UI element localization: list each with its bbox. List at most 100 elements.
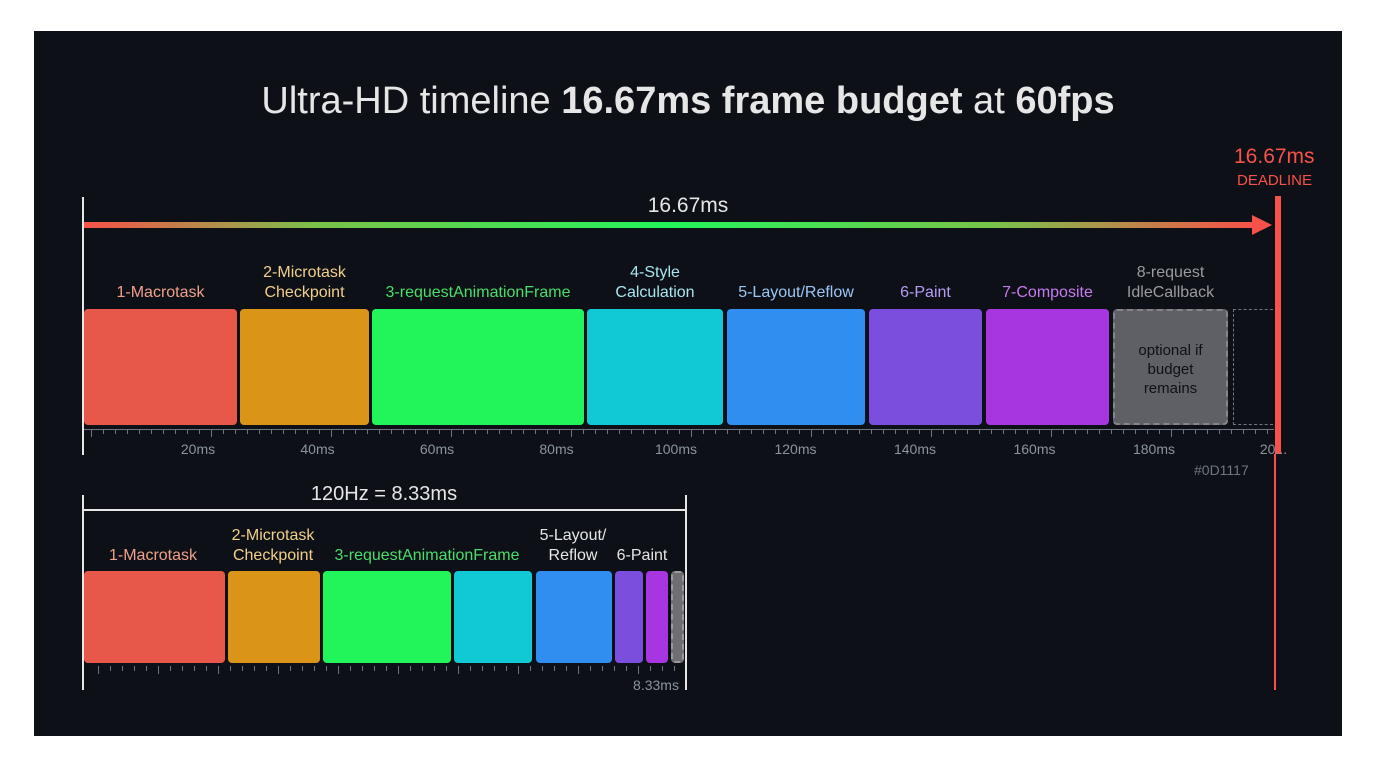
frame120-axis-tick	[362, 666, 363, 671]
frame120-axis-tick	[230, 666, 231, 671]
frame60-axis-tick	[1207, 429, 1208, 434]
frame60-span-arrow	[84, 222, 1254, 228]
frame60-phase-label-1: 1-Macrotask	[116, 283, 204, 303]
frame60-axis-tick	[775, 429, 776, 434]
frame60-axis-tick	[1063, 429, 1064, 434]
frame60-axis-tick	[235, 429, 236, 434]
frame60-axis-tick	[739, 429, 740, 434]
frame60-axis-tick	[1147, 429, 1148, 434]
frame60-axis-tick	[331, 429, 332, 437]
frame60-axis-tick	[439, 429, 440, 434]
frame120-axis-tick	[542, 666, 543, 671]
frame60-axis-tick	[583, 429, 584, 434]
frame60-axis-tick	[1183, 429, 1184, 434]
title-part1: Ultra-HD timeline	[261, 80, 562, 122]
frame60-axis-tick	[1003, 429, 1004, 434]
frame60-axis-label: 20...	[1259, 441, 1288, 457]
frame60-axis-tick	[283, 429, 284, 434]
frame60-axis-tick	[835, 429, 836, 434]
frame60-axis-tick	[463, 429, 464, 434]
frame60-axis-tick	[367, 429, 368, 434]
frame60-axis-tick	[859, 429, 860, 434]
frame120-phase-label-line: 2-Microtask	[231, 527, 315, 544]
frame60-axis-label: 100ms	[654, 441, 698, 457]
frame60-axis-tick	[1267, 429, 1268, 434]
frame60-axis-tick	[1243, 429, 1244, 434]
frame60-axis-tick	[619, 429, 620, 434]
frame120-axis-tick	[314, 666, 315, 671]
frame60-axis-tick	[787, 429, 788, 434]
frame60-axis-tick	[295, 429, 296, 434]
frame60-axis-label: 40ms	[300, 441, 335, 457]
frame60-axis-tick	[175, 429, 176, 434]
frame120-phase-label-line: 1-Macrotask	[108, 547, 198, 564]
frame60-overflow-slot	[1233, 309, 1273, 425]
frame120-axis-tick	[494, 666, 495, 671]
frame60-phase-label-6: 6-Paint	[900, 283, 951, 303]
frame60-axis-tick	[487, 429, 488, 434]
frame60-axis-tick	[211, 429, 212, 437]
frame120-end-cap	[685, 495, 687, 690]
frame60-axis-tick	[151, 429, 152, 434]
frame120-axis-tick	[146, 666, 147, 671]
frame60-phase-label-4: 4-Style Calculation	[615, 263, 694, 303]
frame60-phase-label-line: 3-requestAnimationFrame	[385, 284, 571, 301]
frame60-axis-tick	[163, 429, 164, 434]
frame60-axis-tick	[715, 429, 716, 434]
frame60-axis-tick	[1123, 429, 1124, 434]
frame120-phase-block-4	[454, 571, 532, 663]
frame120-phase-block-2	[228, 571, 320, 663]
frame120-axis-tick	[170, 666, 171, 671]
frame120-axis-tick	[650, 666, 651, 671]
frame60-axis-tick	[247, 429, 248, 434]
frame60-axis-tick	[559, 429, 560, 434]
frame60-axis-tick	[811, 429, 812, 437]
frame120-phase-label-line: 3-requestAnimationFrame	[334, 547, 520, 564]
frame60-axis-tick	[799, 429, 800, 434]
frame120-axis-tick	[110, 666, 111, 671]
frame60-axis-tick	[919, 429, 920, 434]
frame60-axis-tick	[895, 429, 896, 434]
title-bold-budget: 16.67ms frame budget	[561, 80, 963, 122]
frame60-span-label: 16.67ms	[647, 194, 729, 217]
frame120-phase-label-line: 6-Paint	[616, 547, 668, 564]
frame60-axis-tick	[595, 429, 596, 434]
diagram-title: Ultra-HD timeline 16.67ms frame budget a…	[0, 80, 1376, 123]
frame120-axis-tick	[470, 666, 471, 671]
frame60-axis-tick	[379, 429, 380, 434]
frame60-phase-label-line: Checkpoint	[264, 284, 345, 301]
idle-note-line: optional if	[1138, 342, 1203, 359]
frame120-span-label: 120Hz = 8.33ms	[310, 483, 458, 505]
frame60-axis-tick	[343, 429, 344, 434]
frame60-axis-tick	[679, 429, 680, 434]
frame120-axis-tick	[266, 666, 267, 671]
frame60-axis-tick	[979, 429, 980, 434]
frame120-axis-tick	[674, 666, 675, 671]
frame60-axis-label: 80ms	[539, 441, 574, 457]
frame120-axis-tick	[350, 666, 351, 671]
frame60-phase-label-line: 2-Microtask	[263, 264, 346, 281]
frame60-arrowhead	[1252, 215, 1272, 235]
frame60-axis-tick	[883, 429, 884, 434]
frame60-axis-tick	[931, 429, 932, 437]
deadline-value: 16.67ms	[1234, 145, 1315, 168]
idle-note-line: budget	[1147, 361, 1194, 378]
frame120-axis-tick	[254, 666, 255, 671]
frame60-axis-tick	[607, 429, 608, 434]
hex-note: #0D1117	[1194, 462, 1249, 478]
frame120-axis-tick	[386, 666, 387, 671]
frame60-axis-tick	[307, 429, 308, 434]
frame60-axis-tick	[1027, 429, 1028, 434]
frame60-axis-tick	[691, 429, 692, 437]
frame60-axis-tick	[991, 429, 992, 434]
frame60-axis-tick	[955, 429, 956, 434]
frame60-axis-tick	[847, 429, 848, 434]
frame120-axis-tick	[158, 666, 159, 674]
frame120-axis-tick	[290, 666, 291, 671]
frame120-axis-tick	[122, 666, 123, 671]
frame60-axis-tick	[499, 429, 500, 434]
frame60-axis-tick	[655, 429, 656, 434]
deadline-line	[1275, 196, 1281, 454]
frame120-phase-block-7	[646, 571, 668, 663]
frame120-axis-end-label: 8.33ms	[633, 677, 679, 693]
